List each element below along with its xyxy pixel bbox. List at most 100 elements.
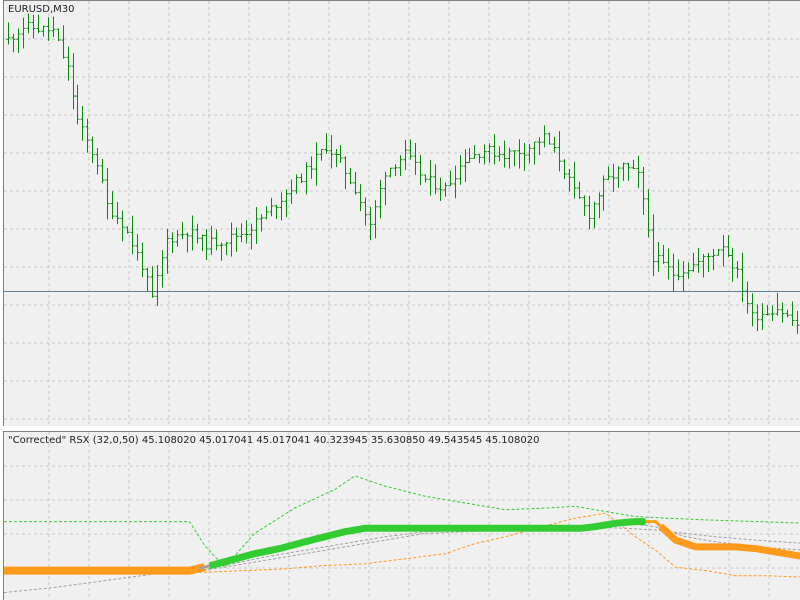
ohlc-bar: [760, 303, 765, 331]
ohlc-bar: [224, 241, 229, 256]
ohlc-bar: [269, 197, 274, 217]
ohlc-bar: [636, 155, 641, 189]
ohlc-bar: [214, 229, 219, 251]
ohlc-bar: [110, 191, 115, 220]
ohlc-bar: [775, 292, 780, 316]
ohlc-bar: [418, 154, 423, 186]
rsx-middle-band-1: [4, 526, 800, 594]
ohlc-bar: [730, 247, 735, 282]
ohlc-bar: [254, 207, 259, 244]
ohlc-bar: [517, 139, 522, 169]
ohlc-bar: [582, 195, 587, 216]
ohlc-bar: [304, 162, 309, 195]
ohlc-bar: [180, 222, 185, 240]
ohlc-bar: [204, 228, 209, 260]
ohlc-bar: [46, 17, 51, 41]
ohlc-bar: [522, 142, 527, 171]
ohlc-bar: [41, 25, 46, 37]
ohlc-bar: [691, 252, 696, 272]
ohlc-bar: [348, 167, 353, 185]
ohlc-bar: [542, 125, 547, 148]
ohlc-bar: [770, 305, 775, 322]
ohlc-bar: [31, 14, 36, 39]
rsx-line-falling: [4, 563, 206, 575]
ohlc-bar: [527, 143, 532, 164]
ohlc-bar: [755, 304, 760, 331]
ohlc-bar: [309, 156, 314, 179]
ohlc-bar: [671, 253, 676, 292]
ohlc-bar: [75, 84, 80, 125]
ohlc-bar: [274, 204, 279, 220]
ohlc-bar: [95, 148, 100, 175]
ohlc-bar: [100, 158, 105, 184]
ohlc-bar: [706, 252, 711, 273]
ohlc-bar: [696, 247, 701, 273]
ohlc-bar: [472, 145, 477, 159]
ohlc-bar: [195, 223, 200, 244]
ohlc-bar: [115, 202, 120, 225]
ohlc-bar: [21, 17, 26, 49]
ohlc-bar: [552, 136, 557, 153]
ohlc-bar: [765, 305, 770, 316]
ohlc-bar: [329, 135, 334, 169]
ohlc-bar: [631, 159, 636, 170]
ohlc-bar: [780, 302, 785, 323]
ohlc-bar: [626, 162, 631, 181]
ohlc-bar: [284, 189, 289, 218]
ohlc-bar: [716, 248, 721, 256]
ohlc-bar: [324, 133, 329, 154]
ohlc-bar: [294, 174, 299, 194]
ohlc-bar: [358, 184, 363, 212]
ohlc-bar: [200, 234, 205, 252]
ohlc-bar: [507, 147, 512, 169]
rsx-upper-band: [4, 475, 800, 568]
ohlc-bar: [497, 146, 502, 162]
ohlc-bar: [16, 28, 21, 53]
ohlc-bar: [155, 265, 160, 306]
ohlc-bar: [185, 232, 190, 253]
ohlc-bar: [239, 223, 244, 243]
ohlc-bar: [438, 177, 443, 201]
ohlc-bar: [413, 143, 418, 175]
ohlc-bar: [492, 133, 497, 165]
ohlc-bar: [606, 166, 611, 181]
ohlc-bar: [443, 182, 448, 197]
price-chart-svg: [4, 1, 800, 426]
ohlc-bar: [26, 13, 31, 34]
ohlc-bar: [572, 161, 577, 199]
ohlc-bar: [130, 215, 135, 255]
ohlc-bar: [567, 169, 572, 192]
price-chart-pane[interactable]: EURUSD,M30: [3, 0, 800, 426]
ohlc-bar: [621, 162, 626, 181]
ohlc-bar: [299, 173, 304, 184]
ohlc-bar: [264, 206, 269, 220]
ohlc-bar: [482, 144, 487, 165]
ohlc-bar: [453, 165, 458, 199]
ohlc-bar: [502, 140, 507, 168]
ohlc-bar: [547, 132, 552, 145]
ohlc-bar: [234, 227, 239, 252]
ohlc-bar: [666, 248, 671, 280]
ohlc-bar: [249, 223, 254, 250]
ohlc-bar: [393, 164, 398, 176]
rsx-indicator-pane[interactable]: "Corrected" RSX (32,0,50) 45.108020 45.0…: [3, 431, 800, 600]
ohlc-bar: [229, 222, 234, 257]
ohlc-bar: [190, 215, 195, 251]
ohlc-bar: [319, 149, 324, 161]
ohlc-bar: [219, 242, 224, 261]
ohlc-bar: [557, 131, 562, 172]
ohlc-bar: [105, 167, 110, 220]
ohlc-bar: [611, 163, 616, 192]
ohlc-bar: [721, 234, 726, 267]
ohlc-bar: [740, 252, 745, 303]
ohlc-bar: [11, 33, 16, 53]
ohlc-bar: [676, 259, 681, 281]
ohlc-bar: [477, 154, 482, 164]
ohlc-bar: [378, 179, 383, 219]
ohlc-bar: [428, 159, 433, 196]
ohlc-bar: [750, 293, 755, 327]
ohlc-bar: [6, 22, 11, 45]
ohlc-bar: [80, 106, 85, 141]
ohlc-bar: [36, 14, 41, 34]
ohlc-bar: [537, 137, 542, 156]
